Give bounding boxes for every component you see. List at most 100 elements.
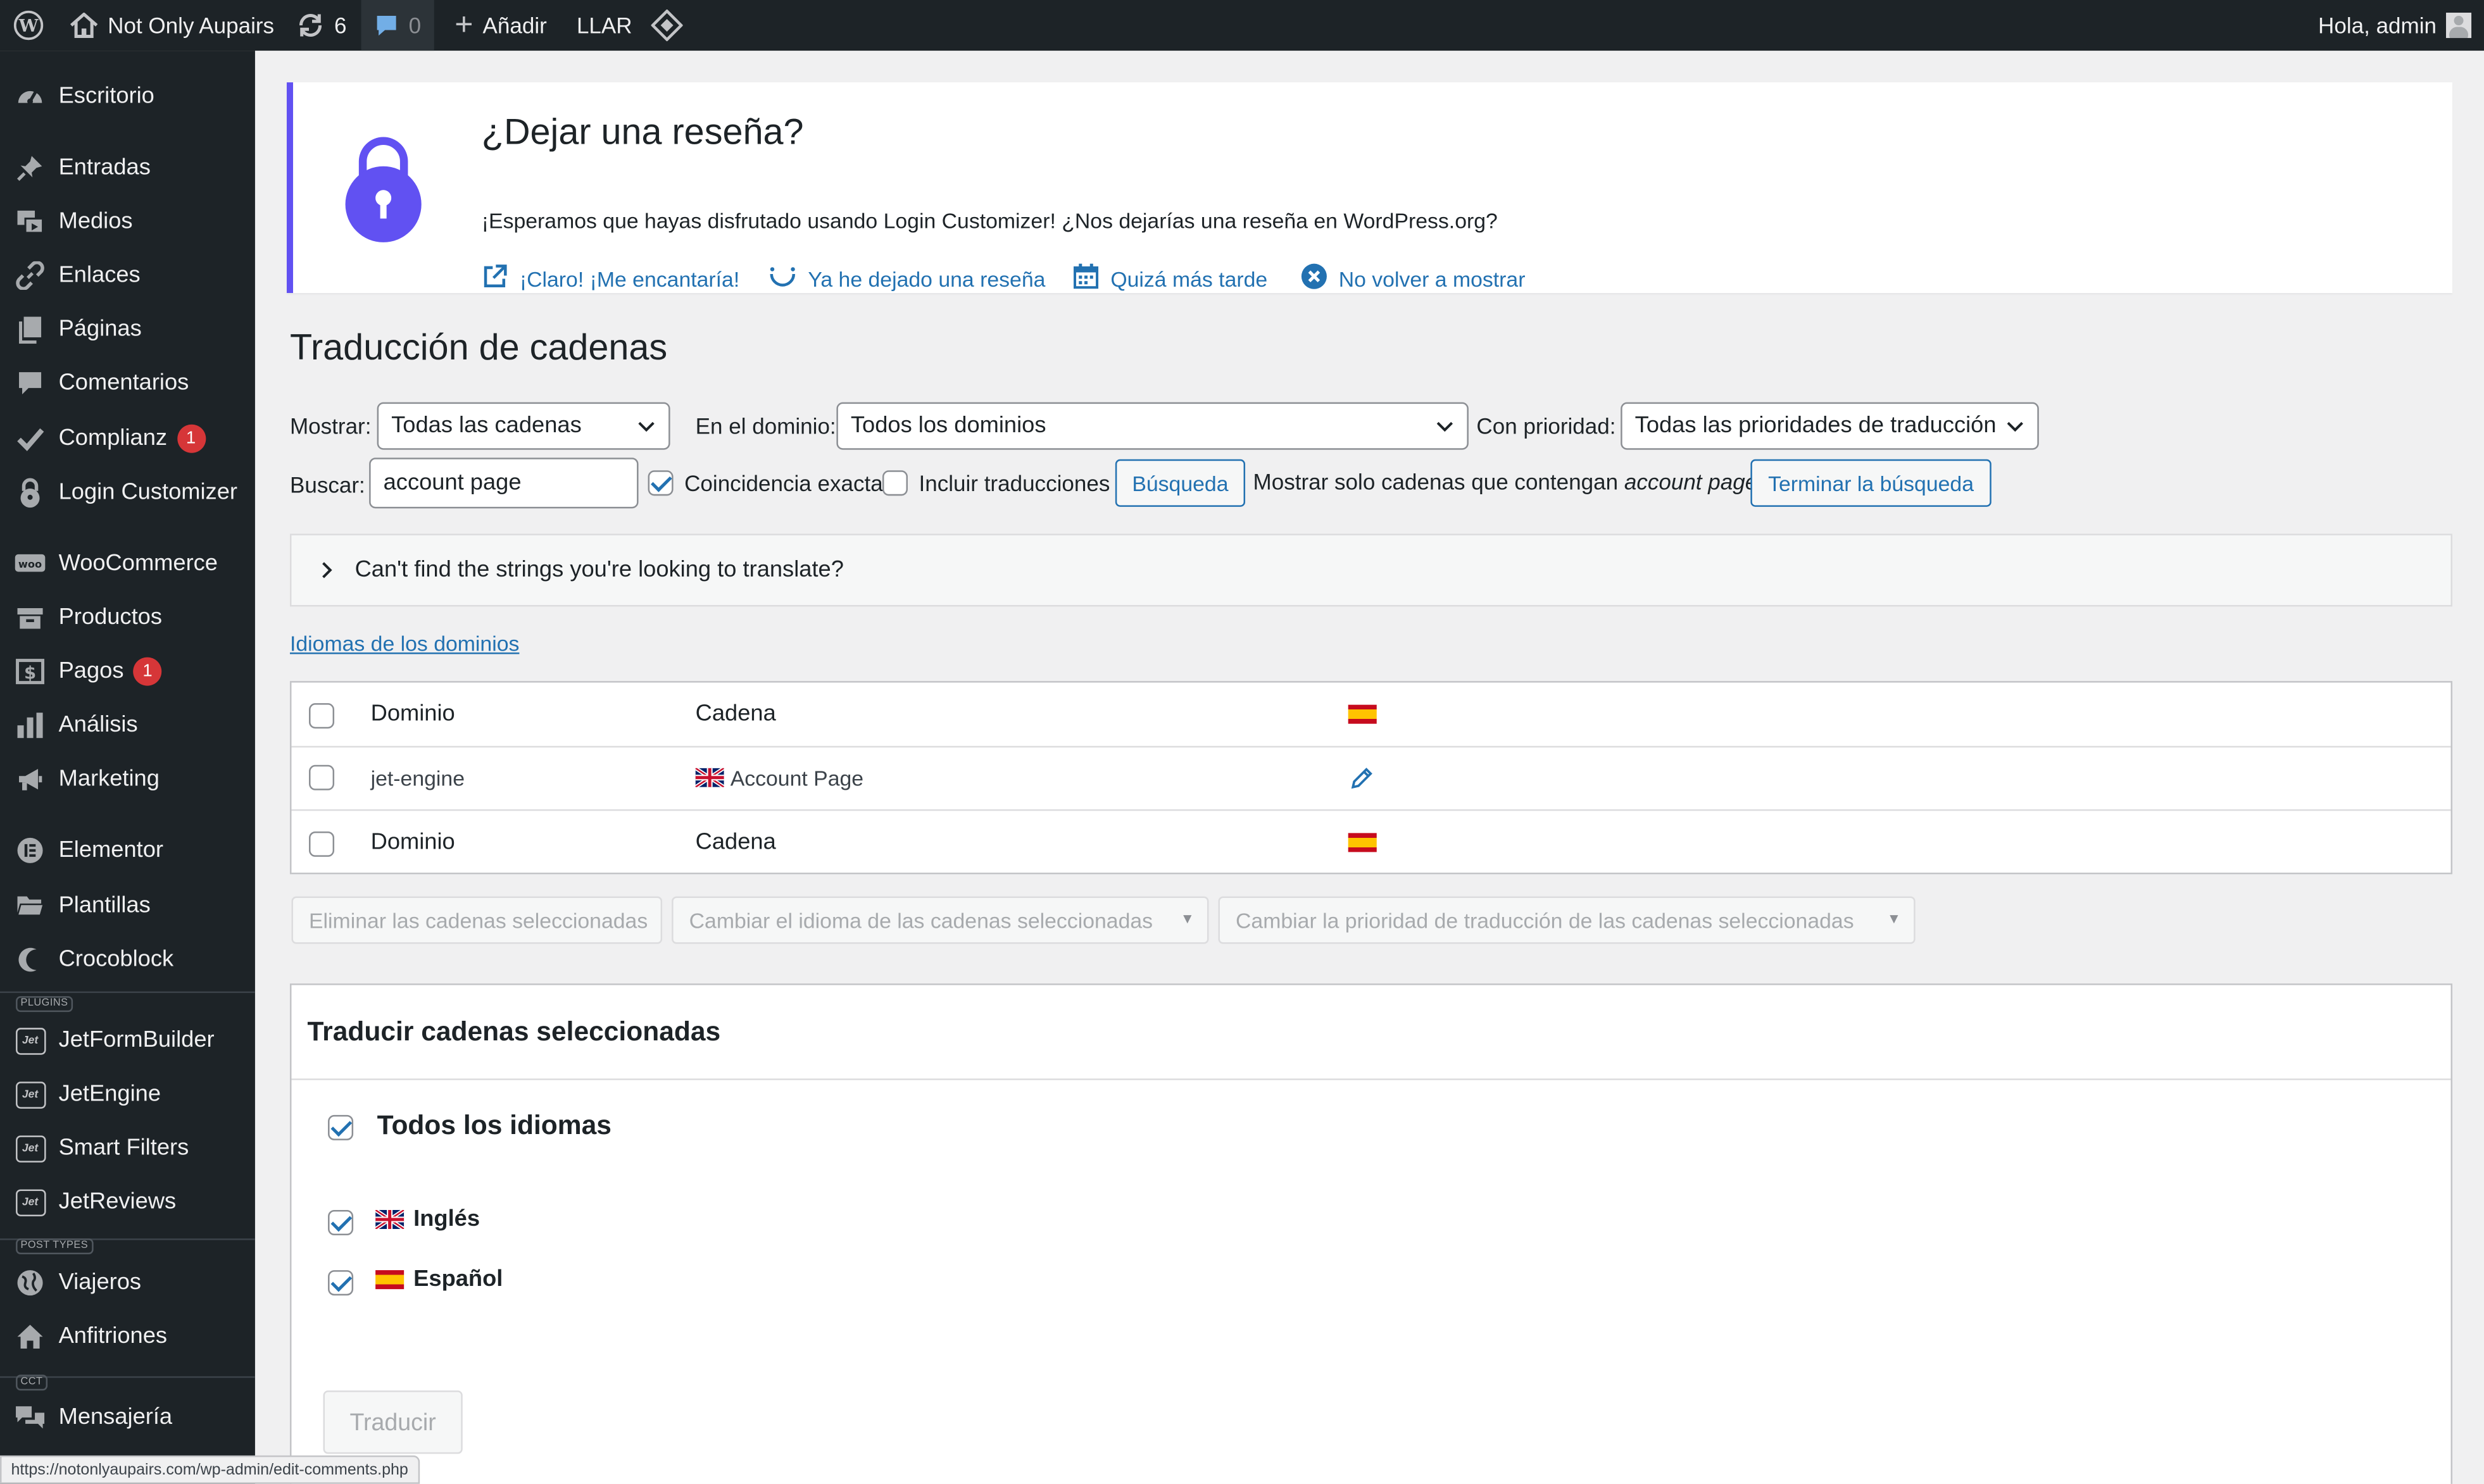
sidebar-item-crocoblock[interactable]: Crocoblock: [0, 933, 255, 987]
sidebar-item-label: Pagos 1: [59, 657, 162, 686]
chevron-down-icon: [1435, 416, 1454, 442]
llar-label: LLAR: [576, 13, 632, 39]
sidebar-item-complianz[interactable]: Complianz 1: [0, 412, 255, 466]
select-all-checkbox-footer[interactable]: [309, 831, 335, 857]
check-icon: [15, 425, 46, 453]
woo-icon: woo: [15, 549, 46, 578]
crocoblock-icon: [15, 945, 46, 974]
elementor-icon: [15, 836, 46, 864]
sidebar-item-productos[interactable]: Productos: [0, 590, 255, 644]
comments-menu[interactable]: 0: [361, 0, 434, 51]
language-label-spanish: Español: [413, 1267, 503, 1293]
sidebar-item-mensajería[interactable]: Mensajería: [0, 1390, 255, 1444]
padlock-icon: [344, 130, 423, 252]
sidebar-item-label: Plantillas: [58, 893, 151, 919]
sidebar-item-pagos[interactable]: $ Pagos 1: [0, 645, 255, 699]
sidebar-item-label: JetEngine: [58, 1082, 161, 1107]
sidebar-item-entradas[interactable]: Entradas: [0, 141, 255, 195]
help-collapse[interactable]: Can't find the strings you're looking to…: [289, 533, 2453, 607]
sidebar-item-marketing[interactable]: Marketing: [0, 752, 255, 806]
refresh-icon: [296, 11, 325, 40]
admin-sidebar: Escritorio Entradas Medios Enlaces Páginas Co…: [0, 51, 255, 1484]
sidebar-item-elementor[interactable]: Elementor: [0, 823, 255, 877]
svg-text:$: $: [24, 663, 36, 683]
table-footer-row: Dominio Cadena: [291, 811, 2450, 874]
sidebar-item-medios[interactable]: Medios: [0, 195, 255, 249]
account-menu[interactable]: Hola, admin: [2318, 0, 2472, 51]
close-circle-icon: [1301, 263, 1328, 294]
sidebar-item-jetformbuilder[interactable]: Jet JetFormBuilder: [0, 1014, 255, 1068]
pin-icon: [15, 154, 46, 182]
sidebar-item-plantillas[interactable]: Plantillas: [0, 879, 255, 933]
domain-select[interactable]: Todos los dominios: [836, 402, 1469, 450]
sidebar-item-jetengine[interactable]: Jet JetEngine: [0, 1068, 255, 1121]
end-search-button[interactable]: Terminar la búsqueda: [1750, 459, 1992, 507]
diamond-icon[interactable]: [651, 0, 683, 51]
notice-text: ¡Esperamos que hayas disfrutado usando L…: [481, 209, 1498, 233]
show-select[interactable]: Todas las cadenas: [377, 402, 670, 450]
add-new-label: Añadir: [482, 13, 547, 39]
llar-menu[interactable]: LLAR: [577, 0, 632, 51]
all-languages-checkbox[interactable]: [328, 1114, 354, 1140]
sidebar-item-anfitriones[interactable]: Anfitriones: [0, 1310, 255, 1364]
sidebar-item-label: Viajeros: [58, 1270, 142, 1296]
calendar-icon: [1072, 263, 1100, 294]
exact-match-checkbox[interactable]: [648, 470, 674, 496]
search-input[interactable]: account page: [369, 458, 639, 509]
review-yes-link[interactable]: ¡Claro! ¡Me encantaría!: [482, 263, 739, 294]
priority-select[interactable]: Todas las prioridades de traducción: [1621, 402, 2039, 450]
site-name-menu[interactable]: Not Only Aupairs: [70, 0, 274, 51]
sidebar-item-label: Marketing: [58, 766, 160, 792]
sidebar-item-login-customizer[interactable]: Login Customizer: [0, 466, 255, 520]
change-priority-select[interactable]: Cambiar la prioridad de traducción de la…: [1218, 896, 1916, 944]
review-never-link[interactable]: No volver a mostrar: [1301, 263, 1526, 294]
show-select-value: Todas las cadenas: [391, 413, 582, 439]
language-checkbox-english[interactable]: [328, 1209, 354, 1236]
svg-text:woo: woo: [18, 558, 42, 570]
updates-menu[interactable]: 6: [296, 0, 347, 51]
row-checkbox[interactable]: [309, 764, 335, 790]
separator-label-post-types: POST TYPES: [16, 1238, 93, 1255]
delete-selected-button[interactable]: Eliminar las cadenas seleccionadas: [291, 896, 663, 944]
sidebar-item-viajeros[interactable]: Viajeros: [0, 1256, 255, 1310]
spanish-flag-icon: [1348, 811, 1377, 874]
search-button[interactable]: Búsqueda: [1115, 459, 1246, 507]
add-new-menu[interactable]: + Añadir: [455, 0, 547, 51]
wordpress-logo-icon[interactable]: W: [13, 0, 44, 51]
sidebar-item-label: JetReviews: [58, 1189, 177, 1215]
sidebar-item-smart-filters[interactable]: Jet Smart Filters: [0, 1121, 255, 1175]
sidebar-item-enlaces[interactable]: Enlaces: [0, 249, 255, 302]
change-language-select[interactable]: Cambiar el idioma de las cadenas selecci…: [672, 896, 1209, 944]
uk-flag-icon: [694, 766, 725, 789]
sidebar-item-label: JetFormBuilder: [58, 1028, 215, 1054]
column-footer-string[interactable]: Cadena: [696, 811, 776, 874]
sidebar-item-páginas[interactable]: Páginas: [0, 302, 255, 356]
review-later-link[interactable]: Quizá más tarde: [1072, 263, 1267, 294]
language-row-english: Inglés: [374, 1207, 480, 1232]
sidebar-item-woocommerce[interactable]: woo WooCommerce: [0, 537, 255, 590]
sidebar-item-label: Mensajería: [58, 1404, 173, 1430]
notification-badge: 1: [177, 424, 206, 453]
home-icon: [70, 13, 98, 39]
sidebar-item-label: Elementor: [58, 837, 164, 863]
language-checkbox-spanish[interactable]: [328, 1270, 354, 1296]
sidebar-item-comentarios[interactable]: Comentarios: [0, 356, 255, 410]
sidebar-item-label: Complianz 1: [59, 424, 206, 453]
column-footer-domain[interactable]: Dominio: [371, 811, 455, 874]
link-icon: [15, 261, 46, 290]
sidebar-item-jetreviews[interactable]: Jet JetReviews: [0, 1175, 255, 1229]
translate-button[interactable]: Traducir: [323, 1390, 463, 1454]
sidebar-item-análisis[interactable]: Análisis: [0, 699, 255, 752]
domain-languages-link[interactable]: Idiomas de los dominios: [290, 632, 519, 656]
include-translations-checkbox[interactable]: [882, 470, 908, 496]
jet-icon: Jet: [15, 1080, 46, 1109]
archive-icon: [15, 603, 46, 632]
review-done-link[interactable]: Ya he dejado una reseña: [768, 263, 1045, 294]
pages-icon: [15, 315, 46, 344]
sidebar-item-escritorio[interactable]: Escritorio: [0, 70, 255, 123]
edit-translation-pencil-icon[interactable]: [1350, 746, 1374, 809]
review-never-label: No volver a mostrar: [1338, 266, 1526, 291]
column-header-domain[interactable]: Dominio: [371, 683, 455, 746]
select-all-checkbox[interactable]: [309, 703, 335, 729]
column-header-string[interactable]: Cadena: [696, 683, 776, 746]
